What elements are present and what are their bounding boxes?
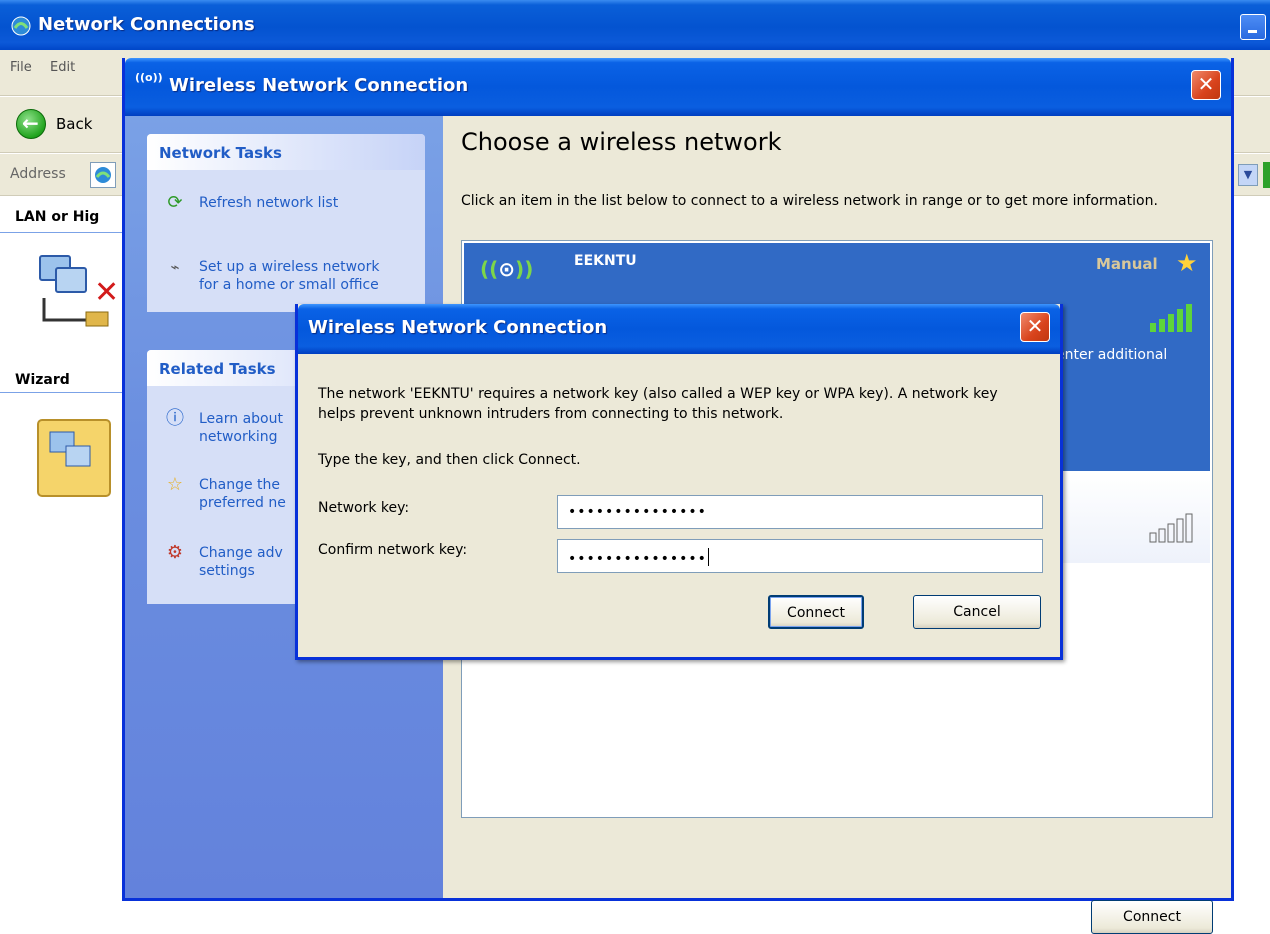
back-label: Back — [56, 115, 93, 133]
main-instructions: Click an item in the list below to conne… — [461, 193, 1158, 209]
network-tasks-header[interactable]: Network Tasks — [147, 134, 425, 170]
network-connections-icon — [11, 16, 31, 36]
task-label: Refresh network list — [199, 195, 339, 211]
back-button[interactable]: Back — [16, 107, 126, 141]
network-type: Manual — [1096, 255, 1158, 273]
minimize-button[interactable] — [1240, 14, 1266, 40]
refresh-icon: ⟳ — [167, 192, 183, 213]
main-heading: Choose a wireless network — [461, 128, 782, 156]
settings-icon: ⚙ — [166, 542, 184, 563]
task-label: Set up a wireless network for a home or … — [199, 259, 380, 293]
close-icon: ✕ — [1197, 72, 1215, 96]
address-folder-icon — [90, 162, 116, 188]
window-title: Network Connections — [38, 14, 255, 35]
lan-connection-icon[interactable]: ✕ — [34, 246, 120, 332]
network-info-text: enter additional — [1056, 347, 1168, 363]
network-name: EEKNTU — [574, 253, 637, 269]
close-icon: ✕ — [1026, 314, 1044, 338]
dialog-close-button[interactable]: ✕ — [1020, 312, 1050, 342]
network-tasks-panel: Network Tasks ⟳ Refresh network list ⌁ S… — [147, 134, 425, 312]
section-divider — [0, 392, 122, 393]
svg-text:✕: ✕ — [94, 275, 119, 310]
section-lan-heading: LAN or Hig — [15, 209, 100, 225]
menu-file[interactable]: File — [10, 60, 32, 75]
dialog-title: Wireless Network Connection — [308, 317, 608, 338]
network-key-value: ••••••••••••••• — [568, 504, 707, 520]
menu-edit[interactable]: Edit — [50, 60, 75, 75]
network-key-dialog: Wireless Network Connection ✕ The networ… — [295, 304, 1063, 660]
wizard-icon[interactable] — [36, 418, 116, 500]
star-icon: ☆ — [166, 474, 184, 495]
network-key-field[interactable]: ••••••••••••••• — [557, 495, 1043, 529]
wireless-antenna-icon: ((o)) — [135, 71, 163, 84]
dialog-message: The network 'EEKNTU' requires a network … — [318, 386, 998, 422]
star-icon: ★ — [1176, 249, 1198, 277]
info-icon: ⓘ — [166, 408, 184, 429]
confirm-network-key-field[interactable]: ••••••••••••••• — [557, 539, 1043, 573]
connect-button[interactable]: Connect — [1091, 900, 1213, 934]
section-divider — [0, 232, 122, 233]
close-button[interactable]: ✕ — [1191, 70, 1221, 100]
signal-strength-icon — [1149, 513, 1193, 543]
address-label: Address — [10, 166, 66, 182]
section-wizard-heading: Wizard — [15, 372, 70, 388]
signal-strength-icon — [1150, 304, 1192, 332]
dialog-titlebar[interactable]: Wireless Network Connection ✕ — [298, 304, 1060, 354]
address-dropdown-button[interactable]: ▼ — [1238, 164, 1258, 186]
go-button[interactable] — [1263, 162, 1270, 188]
confirm-key-value: ••••••••••••••• — [568, 551, 707, 567]
confirm-key-label: Confirm network key: — [318, 542, 468, 558]
network-key-label: Network key: — [318, 500, 410, 516]
wireless-setup-icon: ⌁ — [170, 258, 180, 276]
dialog-instruction: Type the key, and then click Connect. — [318, 452, 581, 468]
wireless-window-title: Wireless Network Connection — [169, 75, 469, 96]
text-cursor — [707, 548, 709, 566]
dialog-cancel-button[interactable]: Cancel — [913, 595, 1041, 629]
wireless-window-titlebar[interactable]: ((o)) Wireless Network Connection ✕ — [125, 58, 1231, 116]
wireless-network-icon: ((⊙)) — [480, 257, 534, 281]
network-connections-titlebar[interactable]: Network Connections — [0, 0, 1270, 50]
back-arrow-icon — [16, 109, 46, 139]
dialog-connect-button[interactable]: Connect — [768, 595, 864, 629]
